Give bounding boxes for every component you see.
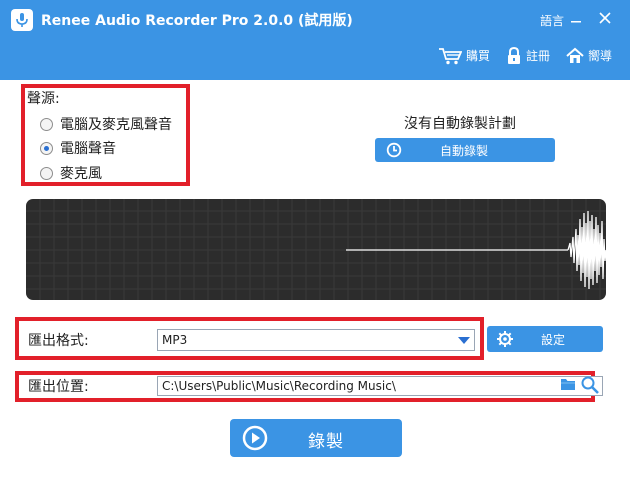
radio-mic[interactable] — [40, 166, 53, 180]
radio-computer-and-mic[interactable] — [40, 117, 53, 131]
source-option-label: 電腦及麥克風聲音 — [60, 117, 172, 133]
location-path-field[interactable]: C:\Users\Public\Music\Recording Music\ — [157, 376, 603, 396]
format-select[interactable]: MP3 — [157, 329, 475, 351]
window-title: Renee Audio Recorder Pro 2.0.0 (試用版) — [41, 13, 353, 29]
register-label: 註冊 — [526, 49, 551, 63]
location-label: 匯出位置: — [28, 379, 89, 395]
register-button[interactable]: 註冊 — [506, 46, 550, 66]
source-title: 聲源: — [27, 91, 60, 107]
gear-icon — [497, 331, 513, 347]
guide-button[interactable]: 嚮導 — [566, 46, 612, 66]
clock-icon — [386, 142, 402, 158]
record-button[interactable]: 錄製 — [230, 419, 402, 457]
settings-button[interactable]: 設定 — [487, 326, 603, 352]
buy-button[interactable]: 購買 — [438, 46, 490, 66]
folder-icon[interactable] — [560, 377, 576, 395]
title-bar: Renee Audio Recorder Pro 2.0.0 (試用版) 語言 … — [0, 0, 630, 80]
close-icon[interactable] — [598, 11, 612, 29]
radio-computer[interactable] — [40, 141, 53, 155]
source-option-computer[interactable]: 電腦聲音 — [40, 138, 116, 158]
waveform-display — [26, 199, 606, 300]
chevron-down-icon — [458, 337, 470, 344]
format-label: 匯出格式: — [28, 333, 89, 349]
language-menu[interactable]: 語言 — [540, 12, 564, 29]
auto-record-label: 自動錄製 — [440, 143, 489, 158]
cart-icon — [439, 48, 462, 65]
source-option-label: 電腦聲音 — [60, 141, 116, 157]
play-icon — [242, 425, 268, 451]
source-option-mic[interactable]: 麥克風 — [40, 163, 102, 183]
format-value: MP3 — [162, 333, 188, 347]
buy-label: 購買 — [466, 49, 491, 63]
minimize-icon[interactable] — [570, 13, 582, 29]
schedule-status: 沒有自動錄製計劃 — [404, 116, 516, 132]
app-logo-icon — [11, 9, 33, 31]
guide-label: 嚮導 — [588, 49, 613, 63]
record-label: 錄製 — [308, 432, 344, 452]
settings-label: 設定 — [541, 332, 566, 347]
source-option-label: 麥克風 — [60, 166, 102, 182]
search-icon[interactable] — [580, 375, 600, 399]
auto-record-button[interactable]: 自動錄製 — [375, 138, 555, 162]
source-option-computer-and-mic[interactable]: 電腦及麥克風聲音 — [40, 114, 172, 134]
home-icon — [566, 47, 584, 63]
lock-icon — [508, 47, 520, 64]
